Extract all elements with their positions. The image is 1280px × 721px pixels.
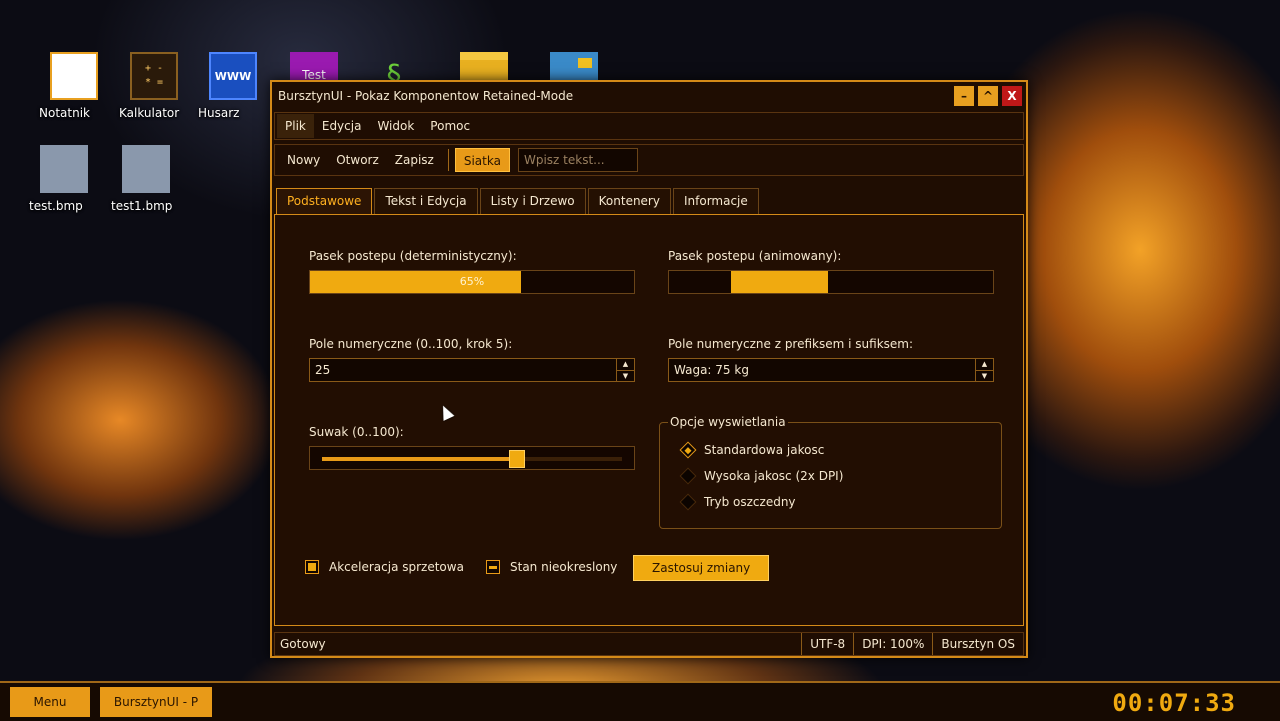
checkbox-indeterminate[interactable]: Stan nieokreslony — [486, 560, 617, 574]
tab-podstawowe[interactable]: Podstawowe — [276, 188, 373, 214]
radio-indicator — [679, 441, 697, 459]
maximize-button[interactable]: ^ — [978, 85, 998, 106]
toolbar: Nowy Otworz Zapisz Siatka — [274, 144, 1024, 176]
menu-bar: Plik Edycja Widok Pomoc — [274, 112, 1024, 140]
menu-pomoc[interactable]: Pomoc — [422, 114, 478, 138]
numeric-field-2: ▲ ▼ — [668, 358, 994, 382]
status-text: Gotowy — [280, 637, 326, 651]
group-title: Opcje wyswietlania — [668, 415, 788, 429]
tab-tekst-i-edycja[interactable]: Tekst i Edycja — [374, 188, 478, 214]
window-titlebar[interactable]: BursztynUI - Pokaz Komponentow Retained-… — [272, 82, 1026, 109]
tab-informacje[interactable]: Informacje — [672, 188, 759, 214]
progress-anim-label: Pasek postepu (animowany): — [668, 249, 842, 263]
taskbar-clock: 00:07:33 — [1112, 689, 1236, 717]
spin-up-icon[interactable]: ▲ — [976, 359, 993, 370]
slider-label: Suwak (0..100): — [309, 425, 404, 439]
calculator-icon: + - * = — [130, 52, 178, 100]
slider[interactable] — [309, 446, 635, 470]
slider-track — [322, 450, 622, 468]
spin2-label: Pole numeryczne z prefiksem i sufiksem: — [668, 337, 914, 351]
menu-widok[interactable]: Widok — [369, 114, 422, 138]
calculator-glyph-bottom: * = — [144, 77, 164, 88]
desktop-icon-label: test1.bmp — [111, 199, 173, 213]
open-button[interactable]: Otworz — [328, 148, 387, 172]
app-window: BursztynUI - Pokaz Komponentow Retained-… — [270, 80, 1028, 658]
status-bar: Gotowy UTF-8 DPI: 100% Bursztyn OS — [274, 632, 1024, 656]
progress-bar-segment — [730, 271, 828, 293]
numeric-field-1-input[interactable] — [310, 359, 614, 381]
tab-listy-i-drzewo[interactable]: Listy i Drzewo — [479, 188, 586, 214]
spin-down-icon[interactable]: ▼ — [976, 369, 993, 382]
menu-plik[interactable]: Plik — [277, 114, 314, 138]
checkbox-label: Stan nieokreslony — [510, 560, 618, 574]
apply-changes-button[interactable]: Zastosuj zmiany — [633, 555, 770, 581]
progress-bar-deterministic: 65% — [309, 270, 635, 294]
checkbox-hardware-acceleration[interactable]: Akceleracja sprzetowa — [305, 560, 464, 574]
radio-standard-quality[interactable]: Standardowa jakosc — [679, 441, 825, 459]
desktop-icon-husarz[interactable]: WWW Husarz — [198, 52, 268, 120]
radio-indicator — [679, 467, 697, 485]
slider-thumb[interactable] — [509, 450, 525, 468]
status-os: Bursztyn OS — [932, 633, 1023, 655]
numeric-field-1: ▲ ▼ — [309, 358, 635, 382]
checkbox-label: Akceleracja sprzetowa — [329, 560, 464, 574]
radio-indicator — [679, 493, 697, 511]
calculator-glyph-top: + - — [144, 63, 164, 74]
desktop-icon-label: Husarz — [198, 106, 240, 120]
numeric-field-1-arrows: ▲ ▼ — [616, 359, 634, 381]
start-menu-button[interactable]: Menu — [10, 687, 90, 717]
progress-bar-percent: 65% — [459, 275, 485, 288]
toolbar-separator — [447, 149, 449, 171]
notepad-icon — [50, 52, 98, 100]
checkbox-box — [486, 560, 500, 574]
spin1-label: Pole numeryczne (0..100, krok 5): — [309, 337, 513, 351]
tab-panel-podstawowe: Pasek postepu (deterministyczny): 65% Pa… — [274, 214, 1024, 626]
slider-track-fill — [322, 457, 517, 461]
new-button[interactable]: Nowy — [279, 148, 328, 172]
grid-toggle-button[interactable]: Siatka — [454, 148, 510, 172]
progress-bar-animated — [668, 270, 994, 294]
desktop-icon-test1-bmp[interactable]: test1.bmp — [111, 145, 181, 213]
radio-label: Standardowa jakosc — [704, 443, 825, 457]
display-options-group: Opcje wyswietlania Standardowa jakosc Wy… — [659, 415, 1002, 529]
desktop-icon-label: Kalkulator — [119, 106, 180, 120]
radio-label: Tryb oszczedny — [704, 495, 796, 509]
save-button[interactable]: Zapisz — [387, 148, 442, 172]
bitmap-file-icon — [40, 145, 88, 193]
desktop-icon-test-bmp[interactable]: test.bmp — [29, 145, 99, 213]
desktop-icon-label: test.bmp — [29, 199, 83, 213]
tab-bar: Podstawowe Tekst i Edycja Listy i Drzewo… — [276, 188, 759, 214]
status-dpi: DPI: 100% — [853, 633, 932, 655]
tab-kontenery[interactable]: Kontenery — [587, 188, 671, 214]
desktop-icon-notatnik[interactable]: Notatnik — [39, 52, 109, 120]
bitmap-file-icon — [122, 145, 170, 193]
numeric-field-2-input[interactable] — [669, 359, 973, 381]
spin-up-icon[interactable]: ▲ — [617, 359, 634, 370]
radio-high-quality[interactable]: Wysoka jakosc (2x DPI) — [679, 467, 844, 485]
status-encoding: UTF-8 — [801, 633, 853, 655]
numeric-field-2-arrows: ▲ ▼ — [975, 359, 993, 381]
window-title: BursztynUI - Pokaz Komponentow Retained-… — [278, 88, 574, 103]
browser-icon: WWW — [209, 52, 257, 100]
taskbar-window-button[interactable]: BursztynUI - P — [100, 687, 212, 717]
minimize-button[interactable]: – — [954, 85, 974, 106]
spin-down-icon[interactable]: ▼ — [617, 369, 634, 382]
radio-label: Wysoka jakosc (2x DPI) — [704, 469, 844, 483]
progress-det-label: Pasek postepu (deterministyczny): — [309, 249, 517, 263]
checkbox-box — [305, 560, 319, 574]
radio-saving-mode[interactable]: Tryb oszczedny — [679, 493, 796, 511]
taskbar: Menu BursztynUI - P 00:07:33 — [0, 681, 1280, 721]
close-button[interactable]: X — [1002, 85, 1022, 106]
desktop-icon-kalkulator[interactable]: + - * = Kalkulator — [119, 52, 189, 120]
desktop-icon-label: Notatnik — [39, 106, 90, 120]
menu-edycja[interactable]: Edycja — [314, 114, 370, 138]
toolbar-text-input[interactable] — [517, 148, 638, 172]
